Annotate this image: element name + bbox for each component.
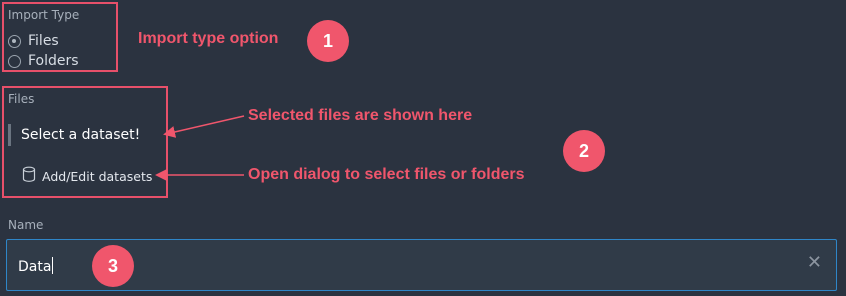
name-value-text: Data <box>18 259 52 275</box>
name-label: Name <box>8 218 44 232</box>
name-input-value[interactable]: Data <box>18 257 54 275</box>
annotation-badge-3: 3 <box>92 245 134 287</box>
arrow-to-selected-files <box>163 115 245 138</box>
text-caret <box>52 257 54 274</box>
annotation-selected-files: Selected files are shown here <box>248 107 473 124</box>
close-icon[interactable]: ✕ <box>807 254 822 272</box>
annotation-open-dialog: Open dialog to select files or folders <box>248 166 525 183</box>
annotation-badge-2: 2 <box>563 130 605 172</box>
